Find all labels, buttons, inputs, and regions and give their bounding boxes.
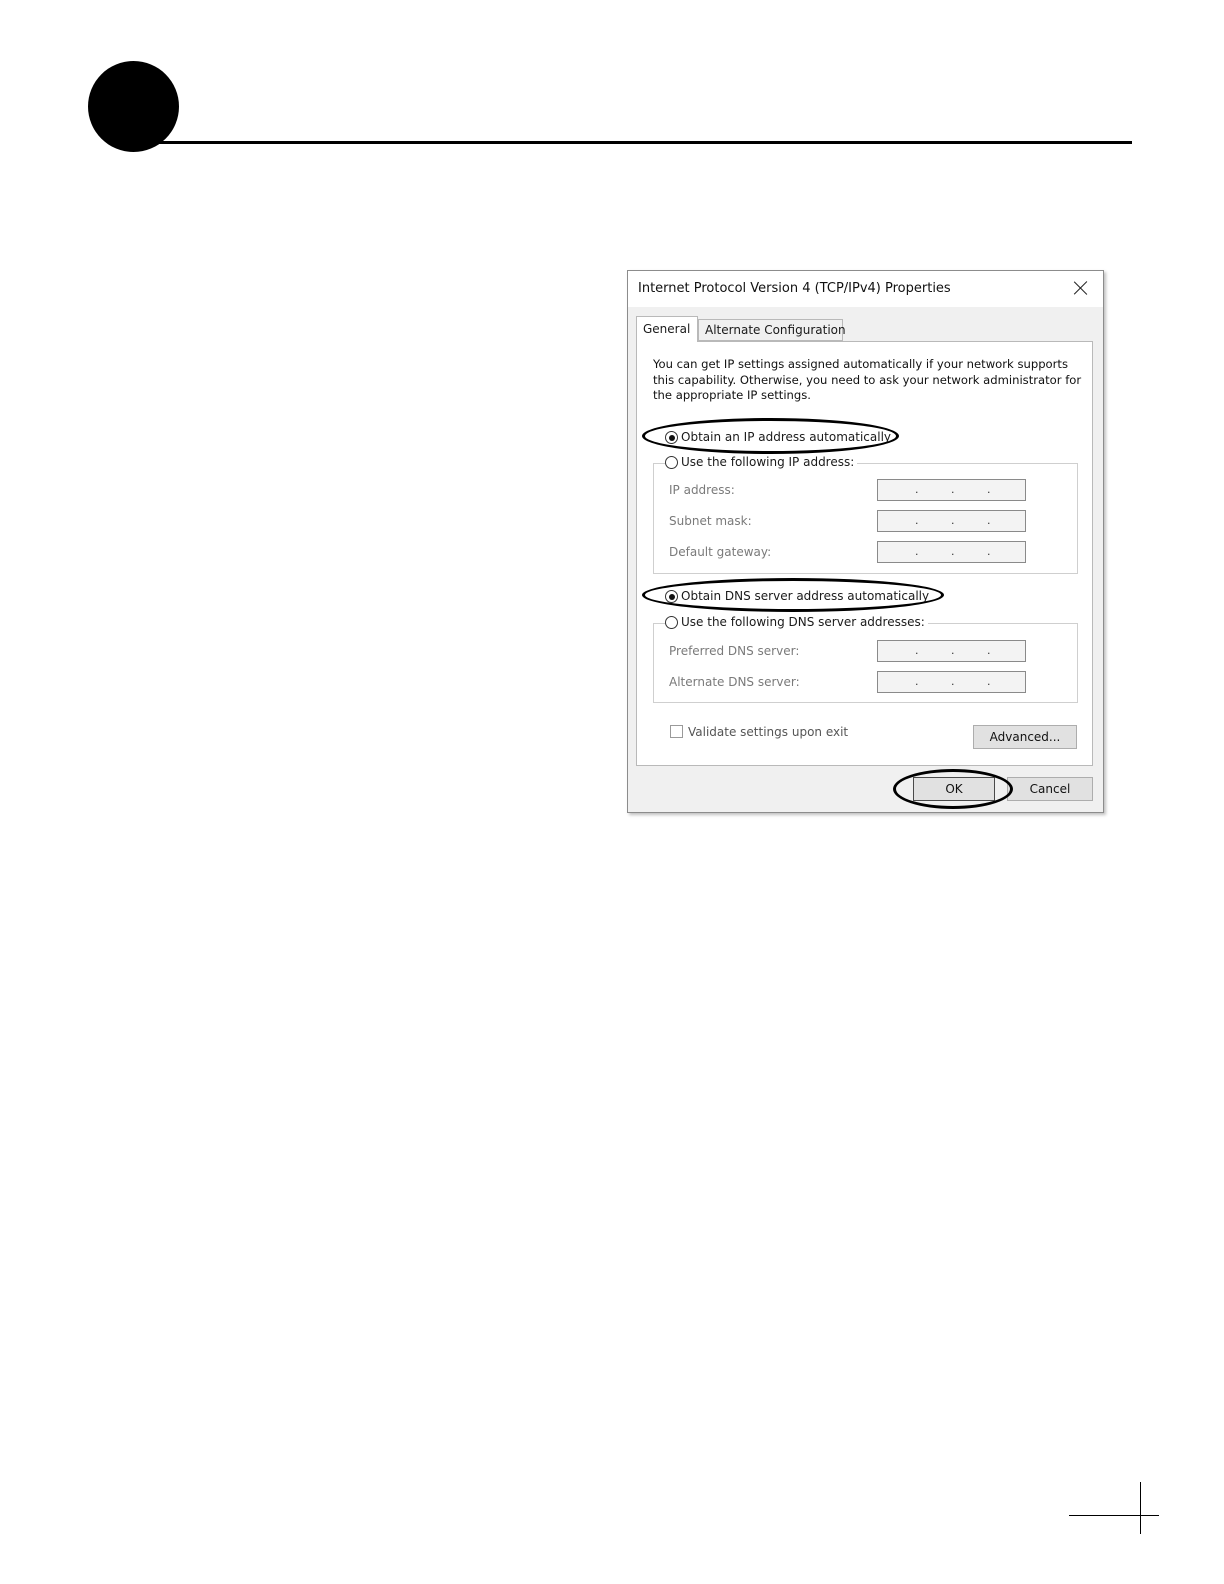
validate-settings-label: Validate settings upon exit <box>688 725 849 739</box>
ok-button[interactable]: OK <box>913 777 995 801</box>
use-following-ip-option[interactable]: Use the following IP address: <box>665 455 858 469</box>
advanced-button[interactable]: Advanced... <box>973 725 1077 749</box>
description-text: You can get IP settings assigned automat… <box>653 357 1082 402</box>
cancel-button[interactable]: Cancel <box>1007 777 1093 801</box>
ip-address-input[interactable]: ... <box>877 479 1026 501</box>
close-icon[interactable] <box>1071 278 1091 298</box>
subnet-mask-label: Subnet mask: <box>669 514 752 528</box>
tab-alternate-configuration[interactable]: Alternate Configuration <box>698 319 846 341</box>
obtain-dns-auto-option[interactable]: Obtain DNS server address automatically <box>665 589 933 603</box>
dialog-title: Internet Protocol Version 4 (TCP/IPv4) P… <box>638 281 951 296</box>
obtain-ip-auto-label: Obtain an IP address automatically <box>681 430 892 444</box>
preferred-dns-input[interactable]: ... <box>877 640 1026 662</box>
general-panel: You can get IP settings assigned automat… <box>636 341 1093 766</box>
use-following-ip-radio[interactable] <box>665 456 678 469</box>
tab-general[interactable]: General <box>636 316 698 342</box>
circle-bullet-icon <box>88 61 179 152</box>
crop-mark-vertical <box>1140 1482 1141 1534</box>
use-following-dns-label: Use the following DNS server addresses: <box>681 615 925 629</box>
alternate-dns-label: Alternate DNS server: <box>669 675 800 689</box>
obtain-dns-auto-radio[interactable] <box>665 590 678 603</box>
default-gateway-label: Default gateway: <box>669 545 772 559</box>
use-following-ip-label: Use the following IP address: <box>681 455 855 469</box>
title-bar: Internet Protocol Version 4 (TCP/IPv4) P… <box>628 271 1103 307</box>
validate-settings-checkbox[interactable] <box>670 725 683 738</box>
obtain-ip-auto-option[interactable]: Obtain an IP address automatically <box>665 430 895 444</box>
tcpip-properties-dialog: Internet Protocol Version 4 (TCP/IPv4) P… <box>627 270 1104 813</box>
alternate-dns-input[interactable]: ... <box>877 671 1026 693</box>
section-rule <box>150 141 1132 144</box>
obtain-ip-auto-radio[interactable] <box>665 431 678 444</box>
preferred-dns-label: Preferred DNS server: <box>669 644 800 658</box>
crop-mark-horizontal <box>1069 1515 1159 1516</box>
default-gateway-input[interactable]: ... <box>877 541 1026 563</box>
use-following-dns-radio[interactable] <box>665 616 678 629</box>
subnet-mask-input[interactable]: ... <box>877 510 1026 532</box>
ip-address-label: IP address: <box>669 483 735 497</box>
obtain-dns-auto-label: Obtain DNS server address automatically <box>681 589 930 603</box>
use-following-dns-option[interactable]: Use the following DNS server addresses: <box>665 615 928 629</box>
